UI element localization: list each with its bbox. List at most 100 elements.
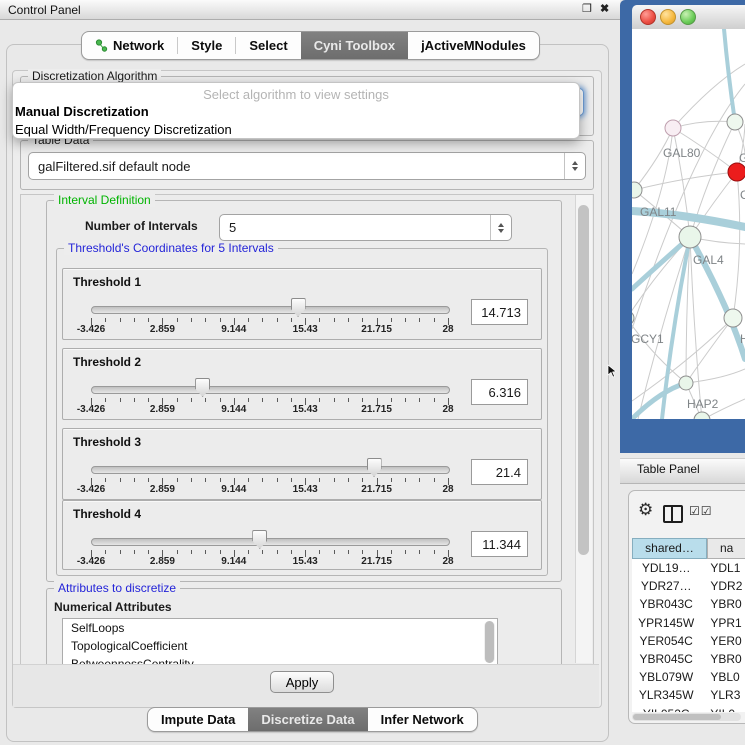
table-cell[interactable]: YLR345W (632, 686, 700, 704)
node-label-gal80: GAL80 (663, 146, 701, 160)
table-cell[interactable]: YBR0 (700, 650, 745, 668)
tab-infer-network[interactable]: Infer Network (368, 708, 477, 731)
slider-thumb[interactable] (291, 298, 306, 317)
table-cell[interactable]: YER054C (632, 632, 700, 650)
column-header-na[interactable]: na (707, 538, 745, 559)
threshold-value-field[interactable]: 21.4 (471, 459, 528, 485)
slider-track[interactable] (91, 466, 450, 474)
table-row[interactable]: YLR345WYLR3 (632, 686, 745, 704)
table-cell[interactable]: YPR1 (700, 614, 745, 632)
table-cell[interactable]: YBR043C (632, 595, 700, 613)
vertical-scrollbar[interactable] (575, 195, 592, 663)
close-icon[interactable]: ✖ (600, 3, 609, 16)
node-bottom[interactable] (694, 412, 710, 419)
slider-tick (434, 550, 435, 554)
table-cell[interactable]: YIL052C (632, 705, 700, 713)
slider-thumb[interactable] (195, 378, 210, 397)
table-row[interactable]: YBL079WYBL0 (632, 668, 745, 686)
network-edge[interactable] (673, 121, 735, 128)
algorithm-option-equal-width-frequency-discretization[interactable]: Equal Width/Frequency Discretization (13, 121, 579, 139)
threshold-value-field[interactable]: 6.316 (471, 379, 528, 405)
horizontal-scrollbar-thumb[interactable] (633, 714, 721, 720)
table-row[interactable]: YPR145WYPR1 (632, 614, 745, 632)
threshold-value-field[interactable]: 11.344 (471, 531, 528, 557)
table-cell[interactable]: YDL1 (700, 559, 745, 577)
table-cell[interactable]: YDL19… (632, 559, 700, 577)
apply-button[interactable]: Apply (270, 671, 334, 693)
table-row[interactable]: YDL19…YDL1 (632, 559, 745, 577)
table-cell[interactable]: YDR2 (700, 577, 745, 595)
table-cell[interactable]: YBR045C (632, 650, 700, 668)
network-thick-edge[interactable] (632, 383, 686, 419)
node-gal4[interactable] (679, 226, 701, 248)
mac-zoom-icon[interactable] (680, 9, 696, 25)
network-canvas[interactable]: GAL80GACGAL11GAL4GCY1HHAP2 (632, 29, 745, 419)
attribute-item-selfloops[interactable]: SelfLoops (63, 619, 497, 637)
table-cell[interactable]: YIL0 (700, 705, 745, 713)
slider-thumb[interactable] (367, 458, 382, 477)
gear-icon[interactable]: ⚙ (638, 500, 653, 520)
number-of-intervals-combobox[interactable]: 5 (219, 214, 512, 241)
slider-thumb[interactable] (252, 530, 267, 549)
slider-track[interactable] (91, 538, 450, 546)
network-edge[interactable] (733, 172, 740, 318)
network-window-titlebar[interactable] (632, 5, 745, 30)
node-gal80[interactable] (665, 120, 681, 136)
table-row[interactable]: YBR043CYBR0 (632, 595, 745, 613)
table-row[interactable]: YIL052CYIL0 (632, 705, 745, 713)
table-cell[interactable]: YER0 (700, 632, 745, 650)
node-selected-red[interactable] (728, 163, 745, 181)
network-edge[interactable] (686, 318, 733, 383)
split-view-icon[interactable] (663, 505, 683, 523)
slider-tick-label: 9.144 (221, 404, 246, 415)
slider-tick-label: 9.144 (221, 324, 246, 335)
tab-cyni-toolbox[interactable]: Cyni Toolbox (301, 32, 408, 59)
table-cell[interactable]: YBL079W (632, 668, 700, 686)
table-cell[interactable]: YBR0 (700, 595, 745, 613)
node-hap2[interactable] (679, 376, 693, 390)
column-header-shared-[interactable]: shared… (632, 538, 707, 559)
table-cell[interactable]: YLR3 (700, 686, 745, 704)
slider-tick (134, 550, 135, 554)
table-cell[interactable]: YPR145W (632, 614, 700, 632)
table-row[interactable]: YBR045CYBR0 (632, 650, 745, 668)
slider-tick (319, 478, 320, 482)
algorithm-option-manual-discretization[interactable]: Manual Discretization (13, 103, 579, 121)
float-icon[interactable]: ❐ (582, 3, 592, 16)
tab-network[interactable]: Network (82, 32, 177, 59)
node-top-right[interactable] (727, 114, 743, 130)
vertical-scrollbar-thumb[interactable] (578, 205, 589, 555)
slider-tick (120, 398, 121, 402)
mac-minimize-icon[interactable] (660, 9, 676, 25)
mac-close-icon[interactable] (640, 9, 656, 25)
threshold-value-field[interactable]: 14.713 (471, 299, 528, 325)
numerical-attributes-list[interactable]: SelfLoopsTopologicalCoefficientBetweenne… (62, 618, 498, 666)
attribute-item-topologicalcoefficient[interactable]: TopologicalCoefficient (63, 637, 497, 655)
tab-impute-data[interactable]: Impute Data (148, 708, 248, 731)
slider-tick-label: 28 (442, 404, 453, 415)
tab-jactivemnodules[interactable]: jActiveMNodules (408, 32, 539, 59)
slider-track[interactable] (91, 386, 450, 394)
combobox-stepper-icon[interactable] (490, 215, 511, 240)
table-cell[interactable]: YDR27… (632, 577, 700, 595)
slider-tick (334, 398, 335, 402)
network-edge[interactable] (632, 318, 686, 383)
table-cell[interactable]: YBL0 (700, 668, 745, 686)
table-data-combobox[interactable]: galFiltered.sif default node (28, 152, 586, 180)
node-right[interactable] (724, 309, 742, 327)
tab-select[interactable]: Select (236, 32, 300, 59)
table-row[interactable]: YDR27…YDR2 (632, 577, 745, 595)
tab-label: Cyni Toolbox (314, 38, 395, 53)
network-graph[interactable]: GAL80GACGAL11GAL4GCY1HHAP2 (632, 29, 745, 419)
threshold-box-2: Threshold 2-3.4262.8599.14415.4321.71528… (62, 348, 542, 420)
table-row[interactable]: YER054CYER0 (632, 632, 745, 650)
combobox-stepper-icon[interactable] (564, 153, 585, 179)
checkbox-columns-icon[interactable]: ☑☑ (689, 504, 713, 518)
network-thick-edge[interactable] (724, 29, 735, 122)
tab-style[interactable]: Style (178, 32, 235, 59)
horizontal-scrollbar[interactable] (632, 713, 741, 721)
list-scrollbar-thumb[interactable] (485, 621, 494, 663)
list-scrollbar[interactable] (484, 621, 495, 663)
slider-track[interactable] (91, 306, 450, 314)
tab-discretize-data[interactable]: Discretize Data (248, 708, 367, 731)
